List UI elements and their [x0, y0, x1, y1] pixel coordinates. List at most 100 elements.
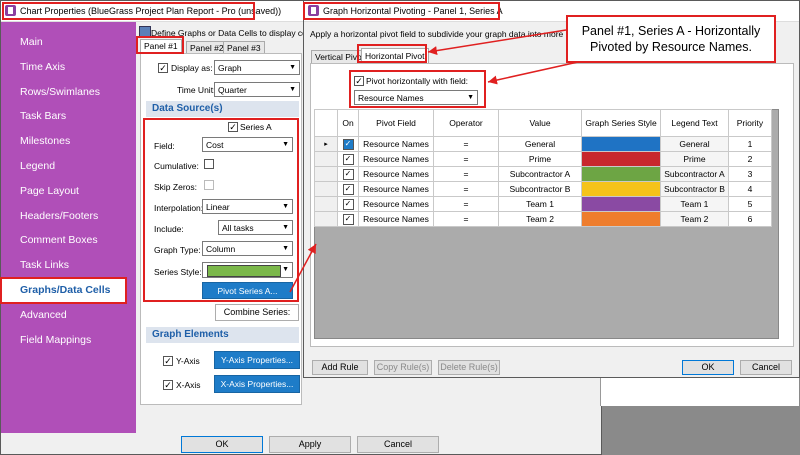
include-select[interactable]: All tasks ▼ [218, 220, 293, 235]
row-on-checkbox[interactable]: ✓ [342, 169, 354, 180]
tab-panel-3-label: Panel #3 [227, 43, 261, 53]
series-style-cell[interactable] [581, 211, 661, 227]
include-value: All tasks [222, 223, 254, 233]
pivot-rules-table: On Pivot Field Operator Value Graph Seri… [314, 109, 772, 227]
delete-rules-button[interactable]: Delete Rule(s) [438, 360, 500, 375]
time-unit-label: Time Unit: [177, 85, 216, 95]
main-apply-button[interactable]: Apply [269, 436, 351, 453]
add-rule-button[interactable]: Add Rule [312, 360, 368, 375]
table-row[interactable]: ✓ Resource Names = Subcontractor B Subcontra… [314, 181, 772, 197]
table-row[interactable]: ▸ ✓ Resource Names = General General 1 [314, 136, 772, 152]
row-indicator [314, 181, 338, 197]
on-checkbox-cell[interactable]: ✓ [337, 136, 359, 152]
combine-series-button[interactable]: Combine Series: [215, 304, 299, 321]
series-style-cell[interactable] [581, 196, 661, 212]
col-legend-text-header: Legend Text [660, 109, 729, 137]
table-row[interactable]: ✓ Resource Names = Subcontractor A Subcontra… [314, 166, 772, 182]
callout-text: Panel #1, Series A - Horizontally Pivote… [581, 24, 761, 54]
main-ok-button[interactable]: OK [181, 436, 263, 453]
sidebar-item-milestones[interactable]: Milestones [1, 129, 136, 153]
sidebar-item-graphs-data-cells[interactable]: Graphs/Data Cells [1, 278, 126, 302]
pivot-series-button[interactable]: Pivot Series A... [202, 282, 293, 299]
pivot-field-select[interactable]: Resource Names ▼ [354, 90, 478, 105]
pivot-ok-button[interactable]: OK [682, 360, 734, 375]
graph-type-label: Graph Type: [154, 245, 201, 255]
pivot-dialog-title: Graph Horizontal Pivoting - Panel 1, Ser… [323, 6, 503, 16]
series-a-checkbox[interactable]: ✓ [228, 122, 238, 132]
on-checkbox-cell[interactable]: ✓ [337, 181, 359, 197]
sidebar-item-headers-footers[interactable]: Headers/Footers [1, 204, 136, 228]
time-unit-select[interactable]: Quarter ▼ [214, 82, 300, 97]
sidebar-item-comment-boxes[interactable]: Comment Boxes [1, 228, 136, 252]
pivot-horizontal-label: Pivot horizontally with field: [366, 76, 469, 86]
chevron-down-icon: ▼ [282, 224, 289, 231]
include-label: Include: [154, 224, 184, 234]
row-indicator [314, 151, 338, 167]
tab-panel-1[interactable]: Panel #1 [140, 39, 182, 52]
y-axis-properties-button[interactable]: Y-Axis Properties... [214, 351, 300, 369]
operator-cell: = [433, 211, 499, 227]
row-on-checkbox[interactable]: ✓ [342, 199, 354, 210]
series-style-cell[interactable] [581, 166, 661, 182]
display-as-select[interactable]: Graph ▼ [214, 60, 300, 75]
series-style-cell[interactable] [581, 151, 661, 167]
main-cancel-button[interactable]: Cancel [357, 436, 439, 453]
table-row[interactable]: ✓ Resource Names = Prime Prime 2 [314, 151, 772, 167]
copy-rules-button[interactable]: Copy Rule(s) [374, 360, 432, 375]
on-checkbox-cell[interactable]: ✓ [337, 196, 359, 212]
graph-type-select[interactable]: Column ▼ [202, 241, 293, 256]
on-checkbox-cell[interactable]: ✓ [337, 151, 359, 167]
series-style-cell[interactable] [581, 181, 661, 197]
display-as-checkbox[interactable]: ✓ [158, 63, 168, 73]
field-select[interactable]: Cost ▼ [202, 137, 293, 152]
pivot-horizontal-checkbox[interactable]: ✓ [354, 76, 364, 86]
sidebar-item-main[interactable]: Main [1, 30, 136, 54]
x-axis-checkbox[interactable]: ✓ [163, 380, 173, 390]
pivot-cancel-button[interactable]: Cancel [740, 360, 792, 375]
display-as-label: Display as: [171, 63, 213, 73]
priority-cell: 4 [727, 181, 772, 197]
row-indicator [314, 196, 338, 212]
y-axis-checkbox[interactable]: ✓ [163, 356, 173, 366]
series-style-select[interactable]: ▼ [202, 262, 293, 278]
table-row[interactable]: ✓ Resource Names = Team 1 Team 15 [314, 196, 772, 212]
sidebar-item-field-mappings[interactable]: Field Mappings [1, 328, 136, 352]
x-axis-properties-button[interactable]: X-Axis Properties... [214, 375, 300, 393]
col-operator-header: Operator [433, 109, 499, 137]
on-checkbox-cell[interactable]: ✓ [337, 211, 359, 227]
sidebar-item-advanced[interactable]: Advanced [1, 303, 136, 327]
sidebar-item-rows-swimlanes[interactable]: Rows/Swimlanes [1, 80, 136, 104]
skip-zeros-checkbox[interactable] [204, 180, 214, 190]
field-label: Field: [154, 141, 175, 151]
pivot-field-value: Resource Names [358, 93, 424, 103]
graph-elements-header: Graph Elements [146, 327, 299, 343]
legend-text-cell: Subcontractor A [660, 166, 729, 182]
tab-horizontal-pivot[interactable]: Horizontal Pivot [361, 48, 429, 63]
row-on-checkbox[interactable]: ✓ [342, 154, 354, 165]
priority-cell: 3 [727, 166, 772, 182]
on-checkbox-cell[interactable]: ✓ [337, 166, 359, 182]
sidebar-item-legend[interactable]: Legend [1, 154, 136, 178]
table-header-row: On Pivot Field Operator Value Graph Seri… [314, 109, 772, 137]
legend-text-cell: Subcontractor B [660, 181, 729, 197]
tab-vertical-pivot[interactable]: Vertical Pivot [311, 50, 369, 63]
row-on-checkbox[interactable]: ✓ [342, 139, 354, 150]
series-a-tab[interactable]: Series A [240, 122, 272, 132]
series-style-cell[interactable] [581, 136, 661, 152]
chevron-down-icon: ▼ [467, 94, 474, 101]
value-cell: Prime [498, 151, 582, 167]
value-cell: Subcontractor B [498, 181, 582, 197]
interpolation-select[interactable]: Linear ▼ [202, 199, 293, 214]
pivot-field-cell: Resource Names [358, 136, 434, 152]
cumulative-checkbox[interactable] [204, 159, 214, 169]
table-row[interactable]: ✓ Resource Names = Team 2 Team 26 [314, 211, 772, 227]
row-on-checkbox[interactable]: ✓ [342, 184, 354, 195]
row-on-checkbox[interactable]: ✓ [342, 214, 354, 225]
sidebar-item-time-axis[interactable]: Time Axis [1, 55, 136, 79]
operator-cell: = [433, 166, 499, 182]
chevron-down-icon: ▼ [282, 203, 289, 210]
chevron-down-icon: ▼ [282, 266, 289, 273]
sidebar-item-task-links[interactable]: Task Links [1, 253, 136, 277]
sidebar-item-page-layout[interactable]: Page Layout [1, 179, 136, 203]
sidebar-item-task-bars[interactable]: Task Bars [1, 104, 136, 128]
